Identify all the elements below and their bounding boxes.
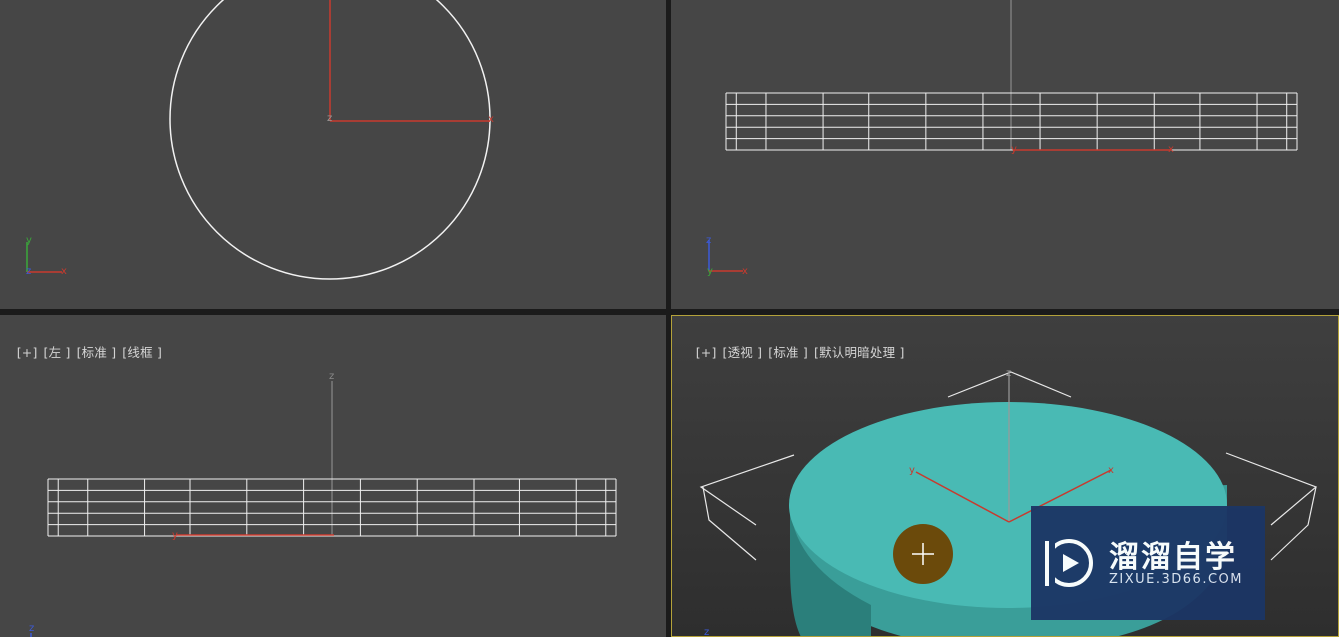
left-view-canvas: z y z — [29, 371, 617, 637]
gizmo-x-letter: x — [1108, 465, 1114, 476]
watermark-title: 溜溜自学 — [1109, 540, 1237, 575]
gizmo-y-letter: y — [172, 530, 178, 541]
corner-z-letter: z — [706, 235, 711, 246]
pivot-z-letter: z — [327, 113, 332, 124]
corner-z-letter: z — [26, 266, 31, 277]
gizmo-z-letter: z — [1006, 368, 1011, 379]
corner-x-letter: x — [742, 266, 748, 277]
corner-y-letter: y — [26, 235, 32, 246]
viewport-top[interactable]: z x y x z — [0, 0, 666, 309]
gizmo-z-letter: z — [329, 371, 334, 382]
gizmo-x-letter: x — [488, 114, 494, 125]
watermark: 溜溜自学 ZIXUE.3D66.COM — [1031, 506, 1265, 620]
gizmo-y-letter: y — [909, 465, 915, 476]
gizmo-y-letter: y — [1011, 144, 1017, 155]
corner-y-letter: y — [707, 266, 713, 277]
gizmo-x-letter: x — [1168, 144, 1174, 155]
corner-z-letter: z — [29, 623, 34, 634]
play-logo-icon — [1045, 536, 1093, 590]
corner-x-letter: x — [61, 266, 67, 277]
corner-z-letter: z — [704, 627, 709, 637]
viewport-left[interactable]: [+] [左 ] [标准 ] [线框 ] z y z — [0, 315, 666, 637]
top-view-canvas: z x y x z — [26, 0, 494, 280]
watermark-url: ZIXUE.3D66.COM — [1109, 572, 1243, 587]
viewport-front[interactable]: y x z x y — [671, 0, 1339, 309]
front-view-canvas: y x z x y — [706, 0, 1298, 277]
